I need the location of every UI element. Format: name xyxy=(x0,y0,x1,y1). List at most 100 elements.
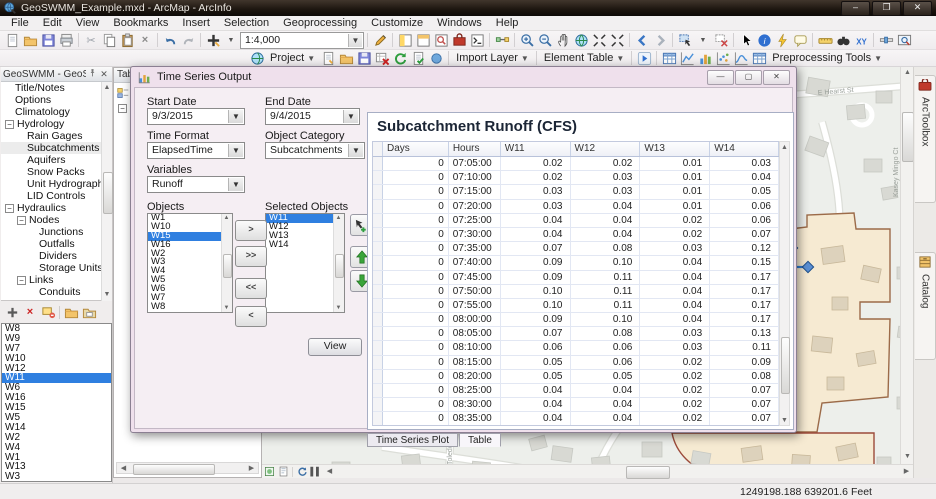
table-row[interactable]: 0 07:20:00 0.03 0.04 0.01 0.06 xyxy=(373,199,779,214)
redo-arrow-icon[interactable] xyxy=(179,32,197,48)
table-row[interactable]: 0 07:05:00 0.02 0.02 0.01 0.03 xyxy=(373,157,779,172)
open-folder-small-icon[interactable] xyxy=(62,304,80,320)
scroll-down-arrow[interactable]: ▼ xyxy=(102,289,112,301)
undo-arrow-icon[interactable] xyxy=(161,32,179,48)
data-view-button[interactable] xyxy=(262,466,276,478)
table-grid2-icon[interactable] xyxy=(750,50,768,66)
tree-item-outfalls[interactable]: Outfalls xyxy=(1,238,112,250)
delete-table-red-icon[interactable] xyxy=(373,50,391,66)
tree-item-aquifers[interactable]: Aquifers xyxy=(1,154,112,166)
tree-item-snow-packs[interactable]: Snow Packs xyxy=(1,166,112,178)
scroll-down-arrow[interactable]: ▼ xyxy=(222,304,231,312)
collapse-box-icon[interactable]: − xyxy=(5,203,14,213)
zoom-in-magnifier-icon[interactable] xyxy=(518,32,536,48)
new-document-icon[interactable] xyxy=(3,32,21,48)
dialog-maximize-button[interactable]: ▢ xyxy=(735,70,762,85)
menu-item-windows[interactable]: Windows xyxy=(430,16,489,30)
table-row[interactable]: 0 08:35:00 0.04 0.04 0.02 0.07 xyxy=(373,412,779,425)
scroll-up-arrow[interactable]: ▲ xyxy=(222,214,231,222)
dialog-close-button[interactable]: ✕ xyxy=(763,70,790,85)
tree-item-hydraulics[interactable]: − Hydraulics xyxy=(1,202,112,214)
menu-item-selection[interactable]: Selection xyxy=(217,16,276,30)
project-menu-button[interactable]: Project ▼ xyxy=(266,52,319,64)
chevron-down-icon[interactable]: ▼ xyxy=(228,144,243,157)
menu-item-view[interactable]: View xyxy=(69,16,107,30)
tree-item-hydrology[interactable]: − Hydrology xyxy=(1,118,112,130)
table-row[interactable]: 0 08:20:00 0.05 0.05 0.02 0.08 xyxy=(373,369,779,384)
menu-item-customize[interactable]: Customize xyxy=(364,16,430,30)
refresh-view-button[interactable] xyxy=(295,466,309,478)
menu-item-bookmarks[interactable]: Bookmarks xyxy=(106,16,175,30)
hyperlink-lightning-icon[interactable] xyxy=(773,32,791,48)
time-format-combobox[interactable]: ElapsedTime ▼ xyxy=(147,142,245,159)
time-slider-icon[interactable] xyxy=(877,32,895,48)
go-to-xy-icon[interactable]: XY xyxy=(852,32,870,48)
menu-item-edit[interactable]: Edit xyxy=(36,16,69,30)
variables-combobox[interactable]: Runoff ▼ xyxy=(147,176,245,193)
tree-item-unit-hydrographs[interactable]: Unit Hydrographs xyxy=(1,178,112,190)
tree-item-storage-units[interactable]: Storage Units xyxy=(1,262,112,274)
full-extent-globe-icon[interactable] xyxy=(572,32,590,48)
commit-dot-icon[interactable] xyxy=(427,50,445,66)
clear-selection-icon[interactable] xyxy=(712,32,730,48)
tree-item-climatology[interactable]: Climatology xyxy=(1,106,112,118)
listbox-scrollbar[interactable]: ▲ ▼ xyxy=(333,214,344,312)
element-table-menu-button[interactable]: Element Table ▼ xyxy=(540,52,628,64)
map-horizontal-scrollbar[interactable]: ▌▌ ◀ ▶ xyxy=(262,464,913,479)
map-vertical-scrollbar[interactable]: ▲ ▼ xyxy=(900,67,914,464)
select-features-icon[interactable] xyxy=(676,32,694,48)
table-row[interactable]: 0 08:00:00 0.09 0.10 0.04 0.17 xyxy=(373,313,779,328)
dialog-titlebar[interactable]: Time Series Output — ▢ ✕ xyxy=(131,67,796,87)
table-vertical-scrollbar[interactable]: ▲ ▼ xyxy=(779,141,790,426)
copy-pages-icon[interactable] xyxy=(100,32,118,48)
search-window-icon[interactable] xyxy=(432,32,450,48)
transfer-add-button[interactable]: > xyxy=(235,220,267,241)
table-row[interactable]: 0 07:45:00 0.09 0.11 0.04 0.17 xyxy=(373,270,779,285)
menu-item-insert[interactable]: Insert xyxy=(175,16,217,30)
collapse-box-icon[interactable]: − xyxy=(17,275,26,285)
object-category-combobox[interactable]: Subcatchments ▼ xyxy=(265,142,365,159)
table-row[interactable]: 0 08:05:00 0.07 0.08 0.03 0.13 xyxy=(373,327,779,342)
menu-item-help[interactable]: Help xyxy=(489,16,526,30)
layout-view-button[interactable] xyxy=(276,466,290,478)
scroll-down-arrow[interactable]: ▼ xyxy=(780,415,789,427)
paste-clipboard-icon[interactable] xyxy=(118,32,136,48)
tab-arctoolbox[interactable]: ArcToolbox xyxy=(915,75,936,203)
caret-icon[interactable]: ▼ xyxy=(694,32,712,48)
table-row[interactable]: 0 08:30:00 0.04 0.04 0.02 0.07 xyxy=(373,398,779,413)
scrollbar-thumb[interactable] xyxy=(335,254,344,278)
preprocessing-tools-menu-button[interactable]: Preprocessing Tools ▼ xyxy=(768,52,886,64)
html-popup-icon[interactable] xyxy=(791,32,809,48)
fixed-zoom-in-icon[interactable] xyxy=(590,32,608,48)
toolbox-window-icon[interactable] xyxy=(450,32,468,48)
add-plus-icon[interactable] xyxy=(3,304,21,320)
table-row[interactable]: 0 08:10:00 0.06 0.06 0.03 0.11 xyxy=(373,341,779,356)
toc-panel-icon[interactable] xyxy=(396,32,414,48)
scrollbar-thumb[interactable] xyxy=(626,465,670,479)
table-row[interactable]: 0 08:15:00 0.05 0.06 0.02 0.09 xyxy=(373,355,779,370)
objects-listbox[interactable]: W1 W10 W15 W16 W2 W3 W4 W5 W6 W7 W8 ▲ ▼ xyxy=(147,213,233,313)
print-icon[interactable] xyxy=(57,32,75,48)
scroll-up-arrow[interactable]: ▲ xyxy=(102,82,112,94)
chevron-down-icon[interactable]: ▼ xyxy=(228,110,243,123)
tree-item-lid-controls[interactable]: LID Controls xyxy=(1,190,112,202)
window-minimize-button[interactable]: – xyxy=(841,1,870,16)
editor-pencil-icon[interactable] xyxy=(371,32,389,48)
view-button[interactable]: View xyxy=(308,338,362,356)
end-date-combobox[interactable]: 9/4/2015 ▼ xyxy=(265,108,360,125)
measure-ruler-icon[interactable] xyxy=(816,32,834,48)
save-folder-small-icon[interactable] xyxy=(80,304,98,320)
table-grid-icon[interactable] xyxy=(660,50,678,66)
back-arrow-icon[interactable] xyxy=(633,32,651,48)
window-close-button[interactable]: ✕ xyxy=(903,1,932,16)
tree-item-links[interactable]: − Links xyxy=(1,274,112,286)
toc-horizontal-scrollbar[interactable]: ◀ ▶ xyxy=(116,462,259,475)
scrollbar-thumb[interactable] xyxy=(781,337,790,394)
refresh-arrows-icon[interactable] xyxy=(391,50,409,66)
python-window-icon[interactable] xyxy=(468,32,486,48)
profile-chart-icon[interactable] xyxy=(732,50,750,66)
collapse-box-icon[interactable]: − xyxy=(5,119,14,129)
selected-objects-listbox[interactable]: W11 W12 W13 W14 ▲ ▼ xyxy=(265,213,345,313)
save-floppy-icon[interactable] xyxy=(39,32,57,48)
scroll-down-arrow[interactable]: ▼ xyxy=(334,304,343,312)
